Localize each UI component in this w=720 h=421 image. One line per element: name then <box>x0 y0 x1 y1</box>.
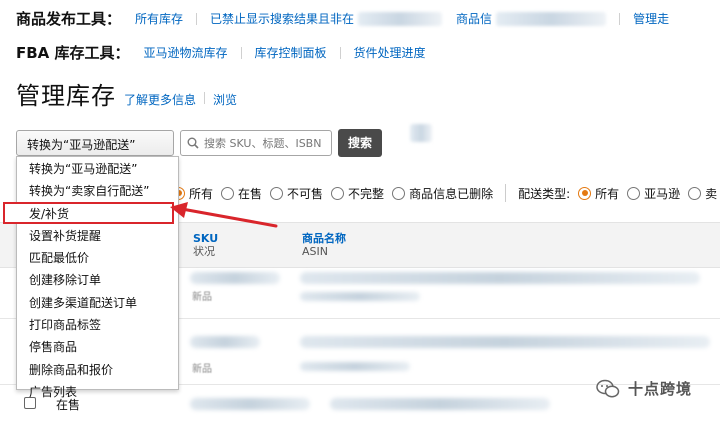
column-name-title: 商品名称 <box>302 232 346 245</box>
blurred-product-name <box>330 398 550 410</box>
link-shipment-progress[interactable]: 货件处理进度 <box>354 44 426 61</box>
menu-item-create-removal-order[interactable]: 创建移除订单 <box>17 268 178 290</box>
menu-item-advertise-listing[interactable]: 广告列表 <box>17 380 178 402</box>
action-menu: 转换为“亚马逊配送” 转换为“卖家自行配送” 发/补货 设置补货提醒 匹配最低价… <box>3 156 179 399</box>
blurred-region <box>496 11 607 26</box>
link-inventory-dashboard[interactable]: 库存控制面板 <box>255 44 327 61</box>
fulfillment-label-all: 所有 <box>595 186 620 201</box>
fulfillment-label-amazon: 亚马逊 <box>644 186 681 201</box>
fulfillment-type-label: 配送类型: <box>518 186 571 201</box>
blurred-sku <box>190 398 310 410</box>
link-fba-inventory[interactable]: 亚马逊物流库存 <box>144 44 228 61</box>
status-label-inactive: 不可售 <box>287 186 324 201</box>
column-product-name[interactable]: 商品名称 ASIN <box>302 232 346 258</box>
menu-item-send-replenish[interactable]: 发/补货 <box>3 201 174 224</box>
link-suppressed-listings[interactable]: 已禁止显示搜索结果且非在 <box>210 10 354 27</box>
fulfillment-radio-merchant[interactable] <box>688 186 702 200</box>
watermark-text: 十点跨境 <box>628 380 693 398</box>
column-sku[interactable]: SKU 状况 <box>193 232 218 258</box>
search-input[interactable]: 搜索 SKU、标题、ISBN <box>180 130 332 156</box>
fulfillment-radio-all[interactable] <box>578 186 592 200</box>
menu-item-print-labels[interactable]: 打印商品标签 <box>17 313 178 335</box>
search-button[interactable]: 搜索 <box>338 129 382 157</box>
divider <box>619 12 621 25</box>
divider <box>240 46 242 59</box>
product-tools-title: 商品发布工具： <box>16 10 122 28</box>
status-label-deleted: 商品信息已删除 <box>409 186 494 201</box>
column-name-subtitle: ASIN <box>302 245 328 258</box>
divider <box>339 46 341 59</box>
status-label-incomplete: 不完整 <box>348 186 385 201</box>
blurred-product-name <box>300 336 710 348</box>
search-icon <box>187 137 199 149</box>
divider <box>204 92 206 104</box>
page-heading: 管理库存 了解更多信息 浏览 <box>16 76 237 111</box>
divider <box>505 184 507 202</box>
row-condition: 新品 <box>192 364 212 375</box>
menu-item-set-restock-alert[interactable]: 设置补货提醒 <box>17 224 178 246</box>
blurred-sku <box>190 336 260 348</box>
status-radio-deleted[interactable] <box>392 186 406 200</box>
blurred-sku <box>190 272 280 284</box>
search-placeholder: 搜索 SKU、标题、ISBN <box>204 137 322 150</box>
learn-more-link[interactable]: 了解更多信息 <box>124 91 196 108</box>
red-arrow-annotation <box>170 202 278 228</box>
watermark: 十点跨境 <box>596 378 692 399</box>
menu-item-convert-to-fba[interactable]: 转换为“亚马逊配送” <box>17 157 178 179</box>
menu-item-create-mcf-order[interactable]: 创建多渠道配送订单 <box>17 291 178 313</box>
menu-item-match-low-price[interactable]: 匹配最低价 <box>17 246 178 268</box>
product-tools-bar: 商品发布工具： 所有库存 已禁止显示搜索结果且非在 商品信 管理走 <box>16 8 669 29</box>
link-all-inventory[interactable]: 所有库存 <box>135 10 183 27</box>
fba-tools-title: FBA 库存工具： <box>16 44 130 62</box>
blurred-region <box>358 11 443 26</box>
menu-item-close-listing[interactable]: 停售商品 <box>17 335 178 357</box>
wechat-icon <box>596 379 620 397</box>
fulfillment-label-merchant: 卖 <box>705 186 718 201</box>
column-sku-subtitle: 状况 <box>193 245 215 258</box>
divider <box>196 12 198 25</box>
blurred-region <box>410 124 432 142</box>
row-condition: 新品 <box>192 292 212 303</box>
fulfillment-radio-amazon[interactable] <box>627 186 641 200</box>
blurred-asin <box>300 292 420 301</box>
link-product-info[interactable]: 商品信 <box>456 10 492 27</box>
link-manage[interactable]: 管理走 <box>633 10 669 27</box>
column-sku-title: SKU <box>193 232 219 245</box>
page-title: 管理库存 <box>16 82 116 110</box>
fba-tools-bar: FBA 库存工具： 亚马逊物流库存 库存控制面板 货件处理进度 <box>16 42 426 63</box>
status-radio-incomplete[interactable] <box>331 186 345 200</box>
browse-link[interactable]: 浏览 <box>213 91 237 108</box>
menu-item-convert-to-mfn[interactable]: 转换为“卖家自行配送” <box>17 179 178 201</box>
menu-item-delete-listing[interactable]: 删除商品和报价 <box>17 358 178 380</box>
action-dropdown[interactable]: 转换为“亚马逊配送” <box>16 130 174 156</box>
blurred-product-name <box>300 272 700 284</box>
blurred-asin <box>300 362 410 371</box>
